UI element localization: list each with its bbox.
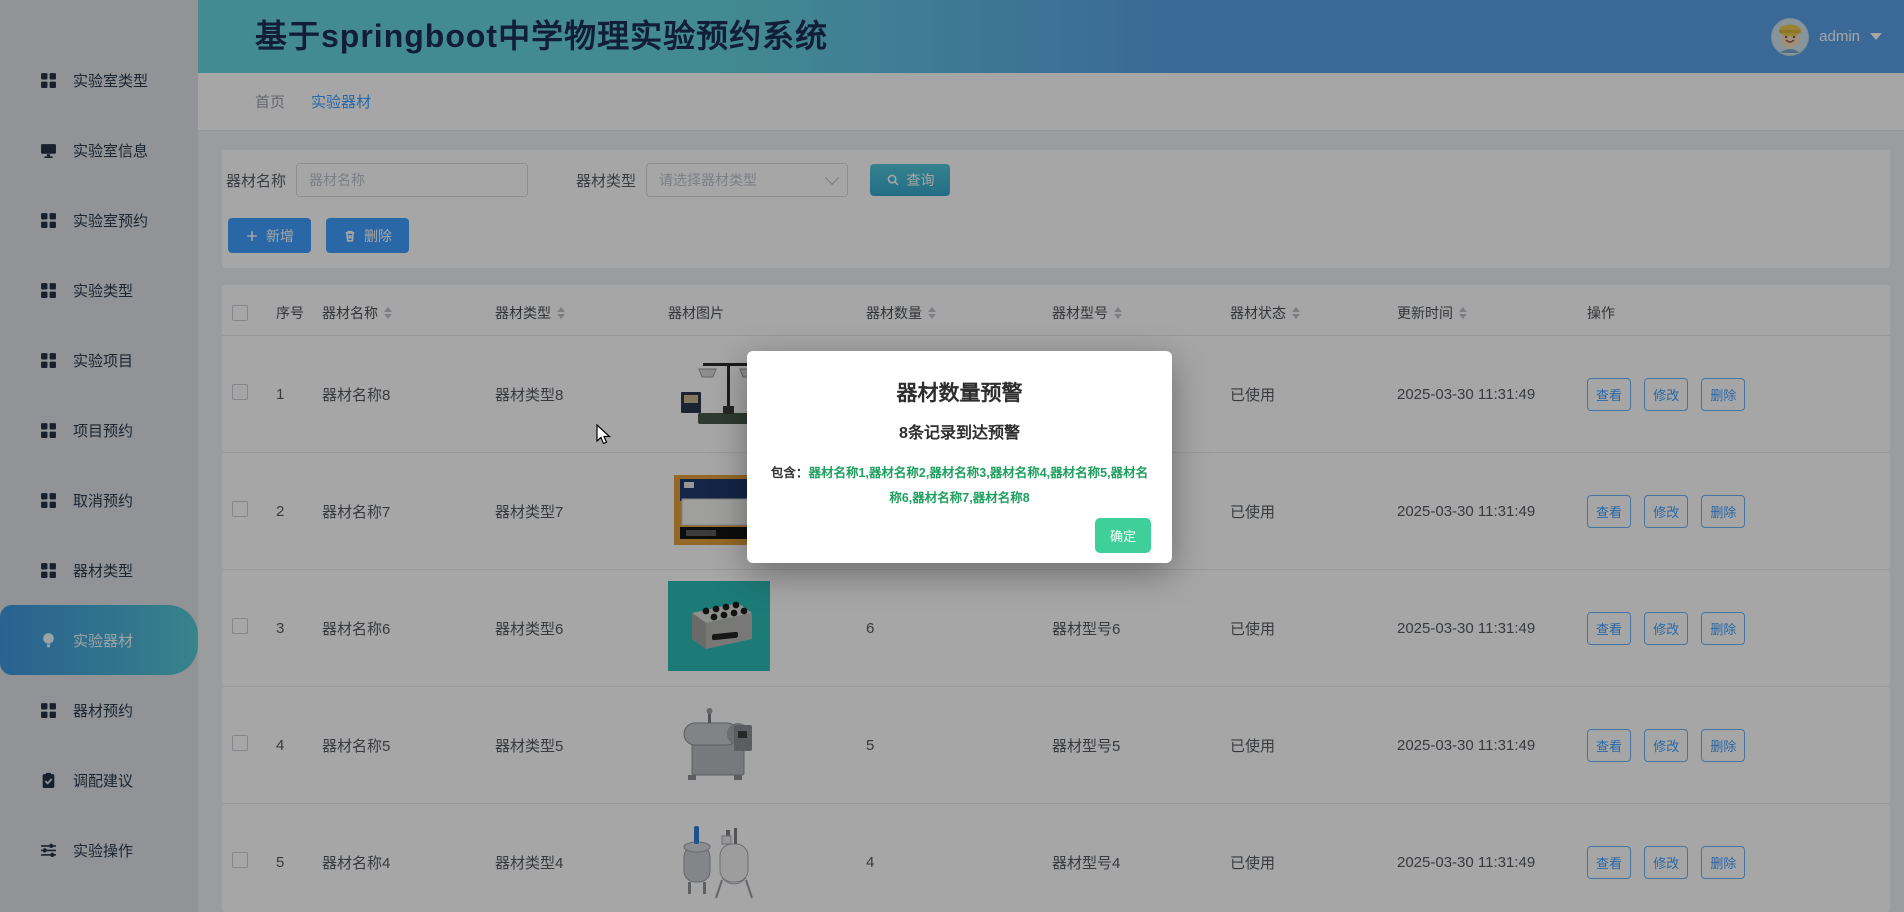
confirm-button[interactable]: 确定 (1095, 518, 1151, 553)
dialog-contains-text: 包含：器材名称1,器材名称2,器材名称3,器材名称4,器材名称5,器材名称6,器… (747, 461, 1172, 511)
contains-label: 包含： (771, 466, 809, 480)
dialog-title: 器材数量预警 (747, 377, 1172, 407)
quantity-warning-dialog: 器材数量预警 8条记录到达预警 包含：器材名称1,器材名称2,器材名称3,器材名… (747, 351, 1172, 563)
contains-names: 器材名称1,器材名称2,器材名称3,器材名称4,器材名称5,器材名称6,器材名称… (808, 466, 1148, 505)
app-screen: 实验室类型 实验室信息 实验室预约 实验类型 实验项目 项目预约 取消预约 器材… (0, 0, 1904, 912)
dialog-subtitle: 8条记录到达预警 (747, 419, 1172, 443)
